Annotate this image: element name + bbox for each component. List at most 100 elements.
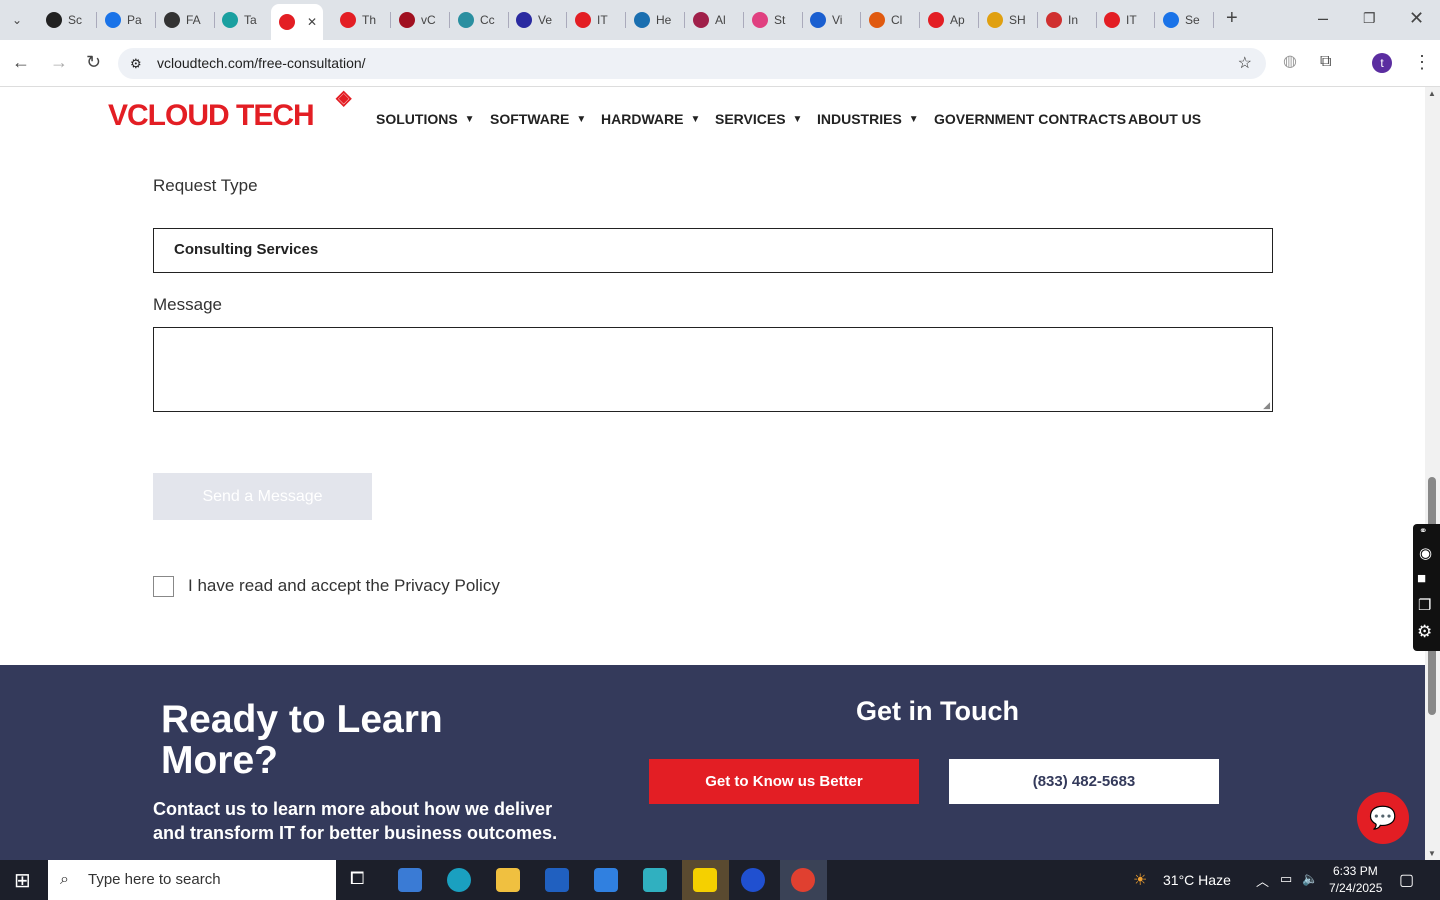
- browser-tab[interactable]: Al: [693, 6, 739, 34]
- message-textarea[interactable]: ◢: [153, 327, 1273, 412]
- browser-tab[interactable]: Ta: [222, 6, 268, 34]
- chrome-icon: [791, 868, 815, 892]
- resize-handle-icon[interactable]: ◢: [1263, 400, 1270, 411]
- panel-link-icon[interactable]: ⚭: [1419, 526, 1427, 537]
- clock-time[interactable]: 6:33 PM: [1333, 864, 1378, 878]
- browser-tab[interactable]: In: [1046, 6, 1092, 34]
- bookmark-star-icon[interactable]: ☆: [1238, 48, 1252, 79]
- browser-tab[interactable]: Ap: [928, 6, 974, 34]
- browser-tab[interactable]: FA: [164, 6, 210, 34]
- window-icon[interactable]: ❐: [1418, 596, 1431, 614]
- task-view-icon[interactable]: ⧠: [350, 868, 364, 889]
- translate-icon[interactable]: ◍: [1283, 52, 1297, 72]
- tab-separator: [96, 12, 97, 28]
- privacy-label: I have read and accept the Privacy Polic…: [188, 576, 500, 595]
- scroll-down-icon[interactable]: ▼: [1428, 849, 1436, 858]
- tab-label: FA: [186, 13, 201, 27]
- browser-tab[interactable]: ✕: [271, 4, 323, 40]
- nav-item-solutions[interactable]: SOLUTIONS ▼: [376, 111, 475, 127]
- network-icon[interactable]: ▭: [1280, 871, 1292, 887]
- nav-item-services[interactable]: SERVICES ▼: [715, 111, 802, 127]
- privacy-checkbox[interactable]: [153, 576, 174, 597]
- taskbar-search-input[interactable]: ⌕ Type here to search: [48, 860, 336, 900]
- request-type-select[interactable]: Consulting Services: [153, 228, 1273, 273]
- browser-tab[interactable]: He: [634, 6, 680, 34]
- site-logo[interactable]: VCLOUD TECH ◈: [108, 87, 351, 133]
- nav-label: GOVERNMENT CONTRACTS: [934, 111, 1127, 127]
- browser-tab[interactable]: Cl: [869, 6, 915, 34]
- chevron-down-icon: ▼: [792, 113, 803, 125]
- chrome-slot[interactable]: [780, 860, 827, 900]
- tray-chevron-icon[interactable]: ︿: [1256, 871, 1269, 890]
- app-icon[interactable]: [643, 868, 667, 892]
- get-to-know-us-button[interactable]: Get to Know us Better: [649, 759, 919, 804]
- forward-icon[interactable]: →: [50, 52, 68, 72]
- browser-tab[interactable]: St: [752, 6, 798, 34]
- sticky-notes-slot[interactable]: [682, 860, 729, 900]
- nav-label: SOFTWARE: [490, 111, 570, 127]
- site-info-icon[interactable]: ⚙: [130, 48, 142, 79]
- tab-favicon-icon: [279, 14, 295, 30]
- get-in-touch-heading: Get in Touch: [856, 696, 1019, 726]
- scroll-up-icon[interactable]: ▲: [1428, 89, 1436, 98]
- browser-tab[interactable]: Se: [1163, 6, 1209, 34]
- phone-button[interactable]: (833) 482-5683: [949, 759, 1219, 804]
- browser-tab-strip: ⌄ Sc Pa FA Ta ✕ Th vC Cc Ve IT He Al St Vi Cl Ap SH In IT S…: [0, 0, 1440, 40]
- browser-tab[interactable]: Th: [340, 6, 386, 34]
- restore-icon[interactable]: ❐: [1363, 8, 1376, 28]
- tab-label: vC: [421, 13, 436, 27]
- taskbar-search-placeholder: Type here to search: [88, 871, 221, 888]
- zoom-icon[interactable]: [741, 868, 765, 892]
- browser-tab[interactable]: Ve: [516, 6, 562, 34]
- copilot-icon[interactable]: [398, 868, 422, 892]
- browser-tab[interactable]: IT: [575, 6, 621, 34]
- tab-separator: [1096, 12, 1097, 28]
- new-tab-icon[interactable]: +: [1226, 8, 1238, 28]
- store-icon[interactable]: [545, 868, 569, 892]
- browser-tab[interactable]: Cc: [458, 6, 504, 34]
- browser-tab[interactable]: Pa: [105, 6, 151, 34]
- nav-item-industries[interactable]: INDUSTRIES ▼: [817, 111, 919, 127]
- tab-label: IT: [597, 13, 608, 27]
- browser-tab[interactable]: Vi: [810, 6, 856, 34]
- tab-label: Ta: [244, 13, 257, 27]
- weather-icon[interactable]: ☀: [1133, 870, 1147, 890]
- tab-label: Cc: [480, 13, 495, 27]
- url-input[interactable]: ⚙ vcloudtech.com/free-consultation/ ☆: [118, 48, 1266, 79]
- file-explorer-icon[interactable]: [496, 868, 520, 892]
- volume-icon[interactable]: 🔈: [1302, 871, 1318, 887]
- browser-tab[interactable]: IT: [1104, 6, 1150, 34]
- extensions-icon[interactable]: ⧉: [1320, 52, 1331, 72]
- chat-widget-icon[interactable]: 💬: [1357, 792, 1409, 844]
- camera-icon[interactable]: ◉: [1419, 544, 1432, 562]
- search-icon: ⌕: [60, 871, 69, 888]
- back-icon[interactable]: ←: [12, 52, 30, 72]
- nav-item-software[interactable]: SOFTWARE ▼: [490, 111, 586, 127]
- edge-icon[interactable]: [447, 868, 471, 892]
- video-icon[interactable]: ■: [1417, 570, 1426, 587]
- start-icon[interactable]: ⊞: [14, 868, 31, 893]
- tab-search-icon[interactable]: ⌄: [12, 10, 22, 30]
- nav-item-hardware[interactable]: HARDWARE ▼: [601, 111, 700, 127]
- page-scrollbar[interactable]: ▲ ▼: [1425, 87, 1440, 860]
- browser-menu-icon[interactable]: ⋮: [1413, 52, 1431, 72]
- browser-tab[interactable]: SH: [987, 6, 1033, 34]
- clock-date[interactable]: 7/24/2025: [1329, 881, 1382, 895]
- tab-separator: [566, 12, 567, 28]
- profile-avatar[interactable]: t: [1372, 53, 1392, 73]
- reload-icon[interactable]: ↻: [86, 52, 101, 72]
- browser-tab[interactable]: vC: [399, 6, 445, 34]
- nav-item-about-us[interactable]: ABOUT US: [1128, 111, 1201, 127]
- close-tab-icon[interactable]: ✕: [307, 15, 317, 29]
- mail-icon[interactable]: [594, 868, 618, 892]
- browser-tab[interactable]: Sc: [46, 6, 92, 34]
- minimize-icon[interactable]: –: [1318, 8, 1328, 28]
- close-window-icon[interactable]: ✕: [1409, 8, 1424, 28]
- settings-gear-icon[interactable]: ⚙: [1417, 622, 1432, 642]
- nav-item-government-contracts[interactable]: GOVERNMENT CONTRACTS: [934, 111, 1126, 127]
- send-message-button[interactable]: Send a Message: [153, 473, 372, 520]
- weather-text[interactable]: 31°C Haze: [1163, 872, 1231, 888]
- tab-label: Sc: [68, 13, 83, 27]
- tab-separator: [625, 12, 626, 28]
- notifications-icon[interactable]: ▢: [1399, 870, 1414, 890]
